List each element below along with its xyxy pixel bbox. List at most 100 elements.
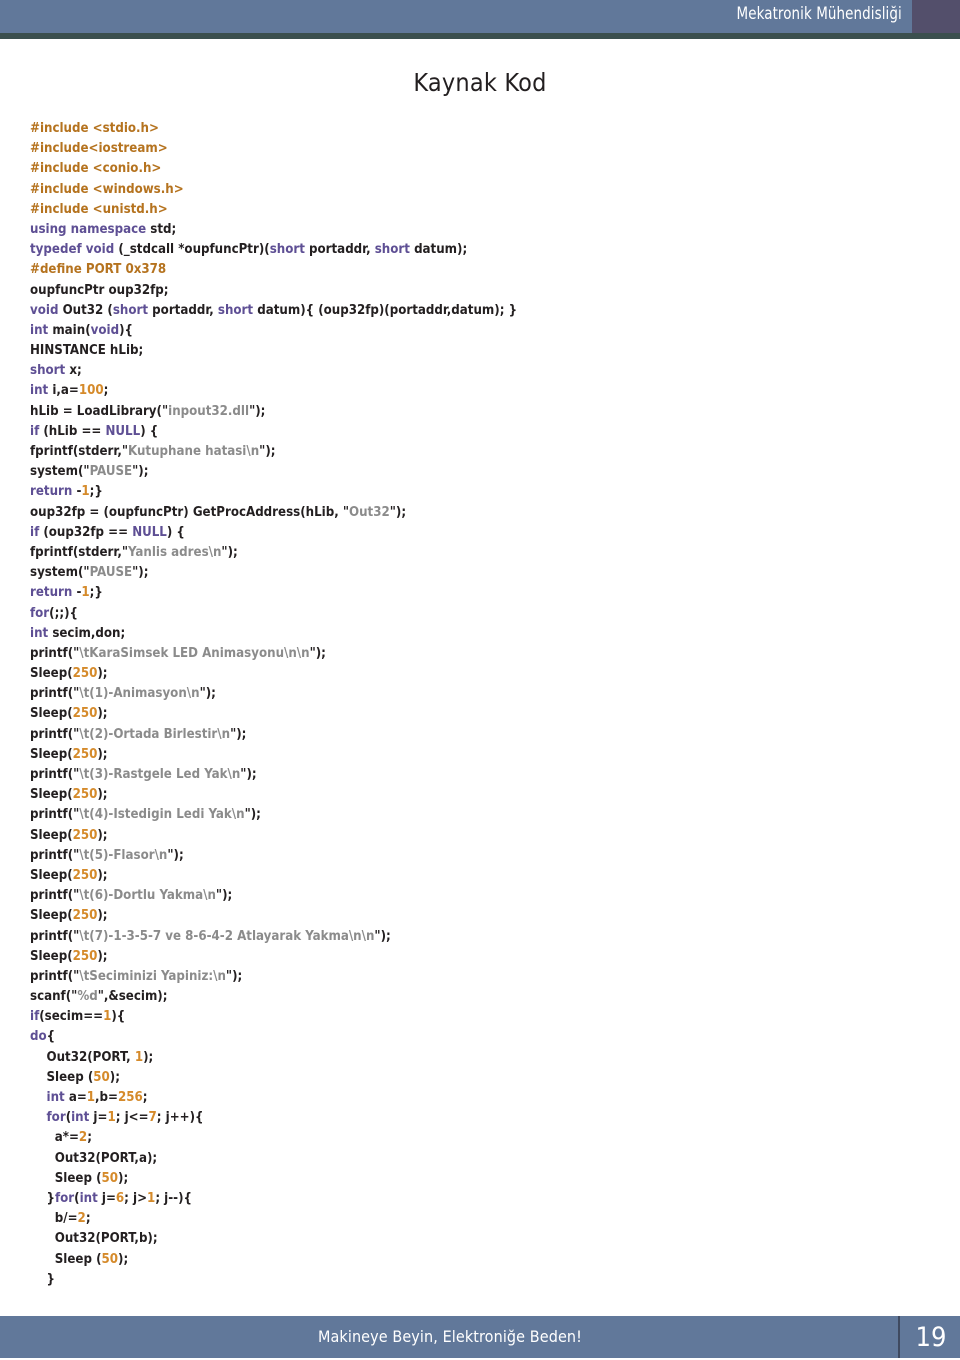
code-token: Sleep( xyxy=(30,948,73,964)
code-token: void xyxy=(90,322,120,338)
source-code-listing: #include <stdio.h> #include<iostream> #inc… xyxy=(30,119,930,1290)
code-token: "); xyxy=(374,928,391,944)
code-line: hLib = LoadLibrary("inpout32.dll"); xyxy=(30,402,930,422)
header-accent-block xyxy=(912,0,960,33)
code-token: (_stdcall *oupfuncPtr)( xyxy=(118,242,270,258)
code-token: (secim== xyxy=(39,1009,104,1025)
code-token: } xyxy=(30,1271,55,1287)
code-token: 50 xyxy=(101,1251,119,1267)
code-token: ; j<= xyxy=(115,1110,149,1126)
code-token: int xyxy=(46,1090,69,1105)
code-token: 250 xyxy=(72,746,98,762)
code-token: ; xyxy=(103,383,109,399)
code-token: 2 xyxy=(78,1130,88,1146)
code-token: 50 xyxy=(101,1170,119,1186)
code-token: Sleep( xyxy=(30,706,73,722)
code-line: a*=2; xyxy=(30,1128,930,1148)
code-line: if (oup32fp == NULL) { xyxy=(30,523,930,543)
code-token: short xyxy=(269,242,310,258)
code-token: %d xyxy=(77,989,98,1005)
code-line: return -1;} xyxy=(30,482,930,502)
code-line: fprintf(stderr,"Yanlis adres\n"); xyxy=(30,543,930,563)
code-token: "); xyxy=(259,444,276,459)
code-token: Kutuphane hatasi\n xyxy=(128,444,260,459)
code-token: Sleep( xyxy=(30,666,73,682)
code-token: a*= xyxy=(30,1130,79,1146)
code-token: PAUSE xyxy=(89,565,133,581)
code-token: portaddr, xyxy=(309,242,375,258)
code-line: scanf("%d",&secim); xyxy=(30,987,930,1007)
code-token: Out32(PORT,a); xyxy=(30,1150,158,1166)
code-token: oupfuncPtr oup32fp; xyxy=(30,282,169,298)
code-token: Out32(PORT, xyxy=(30,1049,135,1065)
code-line: printf("\tSeciminizi Yapiniz:\n"); xyxy=(30,967,930,987)
code-line: for(;;){ xyxy=(30,604,930,624)
code-token: for xyxy=(46,1110,66,1126)
code-token: hLib = LoadLibrary(" xyxy=(30,403,169,419)
code-token: if xyxy=(30,423,44,439)
code-line: printf("\t(4)-Istedigin Ledi Yak\n"); xyxy=(30,805,930,825)
footer-divider xyxy=(898,1316,900,1358)
code-line: do{ xyxy=(30,1027,930,1047)
code-token: HINSTANCE hLib; xyxy=(30,343,144,359)
code-token: "); xyxy=(240,767,257,782)
code-token: 6 xyxy=(115,1190,125,1206)
code-token: printf(" xyxy=(30,807,80,823)
code-line: oup32fp = (oupfuncPtr) GetProcAddress(hL… xyxy=(30,503,930,523)
header-bottom-rule xyxy=(0,33,960,39)
footer-tagline: Makineye Beyin, Elektroniğe Beden! xyxy=(317,1327,583,1346)
code-token: \t(1)-Animasyon\n xyxy=(79,686,200,702)
code-token: #include <conio.h> xyxy=(30,161,162,177)
code-token: int xyxy=(30,322,53,338)
code-token: #include <stdio.h> xyxy=(30,121,159,136)
code-line: printf("\t(1)-Animasyon\n"); xyxy=(30,684,930,704)
code-token: 250 xyxy=(72,706,98,722)
code-line: Sleep(250); xyxy=(30,704,930,724)
code-token: ); xyxy=(97,666,108,682)
code-line: using namespace std; xyxy=(30,220,930,240)
code-token: ; xyxy=(142,1090,148,1105)
code-token: int xyxy=(30,625,53,641)
code-line: } xyxy=(30,1270,930,1290)
code-token: "); xyxy=(167,847,184,863)
code-token: NULL xyxy=(132,524,167,540)
code-token: ); xyxy=(97,948,108,964)
code-token: Out32 ( xyxy=(62,302,113,318)
code-line: int a=1,b=256; xyxy=(30,1088,930,1108)
code-line: Sleep(250); xyxy=(30,947,930,967)
code-token: ); xyxy=(143,1049,154,1065)
code-token: PAUSE xyxy=(89,464,133,480)
code-token: "); xyxy=(215,888,233,904)
code-token: ); xyxy=(97,706,108,722)
code-line: Out32(PORT, 1); xyxy=(30,1048,930,1068)
code-token: datum){ (oup32fp)(portaddr,datum); } xyxy=(257,302,518,318)
code-token: "); xyxy=(389,504,407,520)
page-number: 19 xyxy=(915,1322,947,1353)
code-token: ; j> xyxy=(124,1190,148,1206)
code-token: a= xyxy=(68,1090,87,1105)
code-token: } xyxy=(30,1190,55,1206)
code-line: return -1;} xyxy=(30,583,930,603)
code-token: short xyxy=(30,363,70,379)
code-token: j= xyxy=(93,1110,108,1126)
code-line: #include <conio.h> xyxy=(30,159,930,179)
code-token: \t(4)-Istedigin Ledi Yak\n xyxy=(79,807,245,823)
code-token: 50 xyxy=(93,1069,110,1085)
code-token: #include <windows.h> xyxy=(30,181,184,197)
code-token: fprintf(stderr," xyxy=(30,444,129,459)
code-token: datum); xyxy=(414,242,468,258)
code-token: (hLib == xyxy=(43,423,106,439)
code-line: int main(void){ xyxy=(30,321,930,341)
code-line: }for(int j=6; j>1; j--){ xyxy=(30,1189,930,1209)
code-token: return xyxy=(30,585,77,601)
code-line: system("PAUSE"); xyxy=(30,563,930,583)
code-line: #include <unistd.h> xyxy=(30,200,930,220)
code-line: system("PAUSE"); xyxy=(30,462,930,482)
code-token: \tSeciminizi Yapiniz:\n xyxy=(79,968,226,984)
code-line: #include<iostream> xyxy=(30,139,930,159)
code-token: (;;){ xyxy=(49,605,78,621)
code-token: ;} xyxy=(89,585,103,601)
code-token: ); xyxy=(97,908,108,924)
